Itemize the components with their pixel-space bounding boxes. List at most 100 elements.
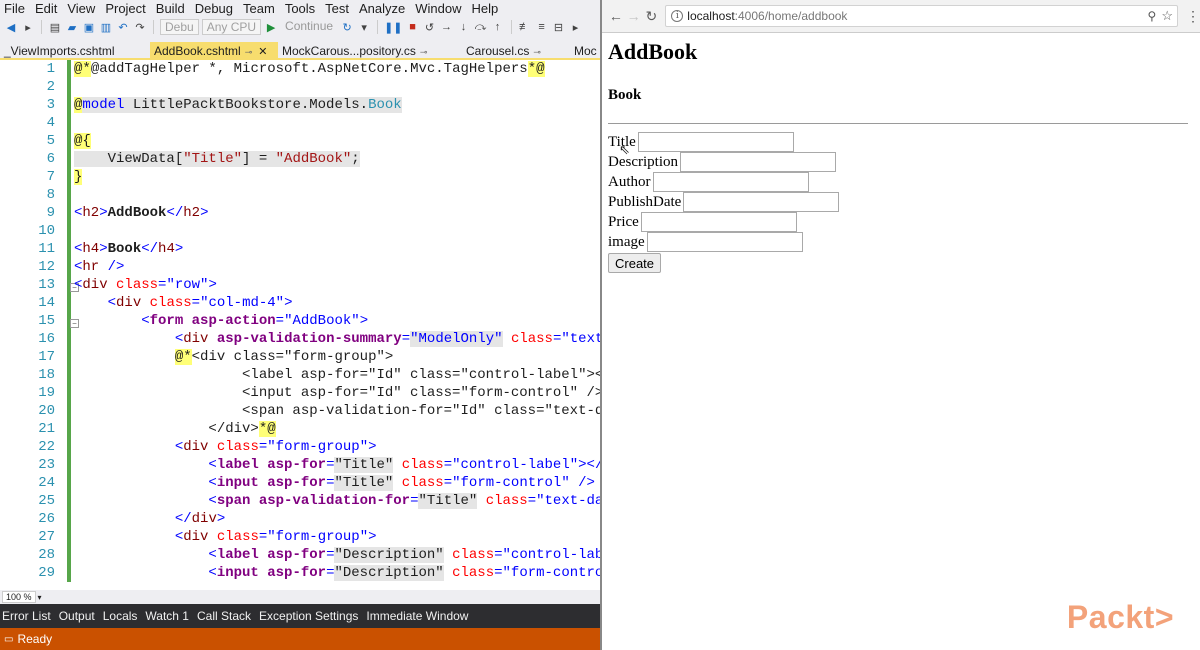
browser-link-icon[interactable]: ▾ [357, 19, 371, 35]
menu-help[interactable]: Help [472, 1, 499, 16]
zoom-icon[interactable]: ⚲ [1148, 9, 1157, 23]
form-row-image: image [608, 232, 1198, 252]
line-number: 10 [38, 223, 55, 239]
line-number: 11 [38, 241, 55, 257]
bookmark-icon[interactable]: ⊟ [552, 19, 566, 35]
menu-tools[interactable]: Tools [285, 1, 315, 16]
code-line: <input asp-for="Description" class="form… [208, 565, 600, 581]
refresh-icon[interactable]: ↻ [340, 19, 354, 35]
configuration-select[interactable]: Debu [160, 19, 199, 35]
tab-viewimports[interactable]: _ViewImports.cshtml [0, 42, 150, 60]
comment-icon[interactable]: ≢ [518, 19, 532, 35]
forward-icon[interactable]: ▸ [21, 19, 35, 35]
new-project-icon[interactable]: ▤ [48, 19, 62, 35]
tab-label: _ViewImports.cshtml [4, 44, 115, 58]
packt-logo: Packt> [1066, 599, 1174, 635]
address-bar[interactable]: i localhost:4006/home/addbook ⚲ ☆ [665, 5, 1178, 27]
back-icon[interactable]: ◀ [4, 19, 18, 35]
menu-file[interactable]: File [4, 1, 25, 16]
create-button[interactable]: Create [608, 253, 662, 273]
code-line: } [74, 169, 83, 185]
pause-icon[interactable]: ❚❚ [384, 19, 402, 35]
bookmark-star-icon[interactable]: ☆ [1161, 8, 1173, 24]
line-number: 23 [38, 457, 55, 473]
tab-call-stack[interactable]: Call Stack [197, 609, 251, 623]
line-number: 9 [46, 205, 55, 221]
image-input[interactable] [646, 232, 803, 252]
price-input[interactable] [640, 212, 797, 232]
code-line: @{ [74, 133, 91, 149]
code-line: @*@addTagHelper *, Microsoft.AspNetCore.… [74, 61, 545, 77]
tab-addbook[interactable]: AddBook.cshtml ⊸ ✕ [150, 42, 278, 60]
menu-view[interactable]: View [67, 1, 95, 16]
tab-exception-settings[interactable]: Exception Settings [259, 609, 358, 623]
pin-icon[interactable]: ⊸ [420, 47, 428, 57]
menu-build[interactable]: Build [156, 1, 185, 16]
tab-mock[interactable]: Moc [570, 42, 600, 60]
reload-icon[interactable]: ↻ [644, 8, 660, 25]
publishdate-input[interactable] [683, 192, 840, 212]
toolbar-separator [41, 20, 42, 34]
format-icon[interactable]: ≡ [535, 19, 549, 35]
menu-window[interactable]: Window [415, 1, 461, 16]
code-editor[interactable]: 1 2 3 4 5 6 7 8 9 10 11 12 13 14 15 16 1… [0, 60, 600, 590]
menu-debug[interactable]: Debug [195, 1, 233, 16]
line-number: 21 [38, 421, 55, 437]
redo-icon[interactable]: ↷ [133, 19, 147, 35]
menu-team[interactable]: Team [243, 1, 275, 16]
author-input[interactable] [652, 172, 809, 192]
browser-menu-icon[interactable]: ⋮ [1186, 8, 1200, 25]
tab-output[interactable]: Output [59, 609, 95, 623]
continue-button[interactable]: Continue [281, 19, 337, 35]
code-line: @*<div class="form-group"> [174, 349, 394, 365]
pin-icon[interactable]: ⊸ [533, 47, 541, 57]
tab-mockcarousel-repository[interactable]: MockCarous...pository.cs ⊸ [278, 42, 460, 60]
line-number: 28 [38, 547, 55, 563]
restart-icon[interactable]: ↺ [423, 19, 437, 35]
platform-select[interactable]: Any CPU [201, 19, 262, 35]
tab-error-list[interactable]: Error List [2, 609, 51, 623]
step-out-icon[interactable]: ↑ [491, 19, 505, 35]
pin-icon[interactable]: ⊸ [245, 47, 253, 57]
menu-test[interactable]: Test [325, 1, 349, 16]
url-host: localhost [687, 9, 735, 23]
tab-locals[interactable]: Locals [103, 609, 138, 623]
editor-status-strip: 100 % ▾ [0, 590, 600, 604]
save-icon[interactable]: ▣ [82, 19, 96, 35]
line-number: 1 [46, 61, 55, 77]
back-arrow-icon[interactable]: ← [608, 8, 624, 24]
menu-edit[interactable]: Edit [35, 1, 57, 16]
code-line: <label asp-for="Id" class="control-label… [74, 367, 600, 383]
code-line: <form asp-action="AddBook"> [141, 313, 369, 329]
tool-window-tabs: Error List Output Locals Watch 1 Call St… [0, 604, 600, 628]
step-over-icon[interactable]: ⤼ [474, 19, 488, 35]
step-icon[interactable]: → [440, 19, 454, 35]
open-folder-icon[interactable]: ▰ [65, 19, 79, 35]
line-number: 4 [46, 115, 55, 131]
play-icon[interactable]: ▶ [264, 19, 278, 35]
code-line: <span asp-validation-for="Title" class="… [208, 493, 600, 509]
tab-label: Moc [574, 44, 597, 58]
menu-project[interactable]: Project [105, 1, 145, 16]
line-number: 8 [46, 187, 55, 203]
site-info-icon[interactable]: i [671, 10, 684, 22]
chevron-down-icon[interactable]: ▾ [38, 593, 42, 602]
tab-immediate-window[interactable]: Immediate Window [366, 609, 468, 623]
title-input[interactable] [637, 132, 794, 152]
toolbar-overflow-icon[interactable]: ▸ [569, 19, 583, 35]
line-number: 26 [38, 511, 55, 527]
save-all-icon[interactable]: ▥ [99, 19, 113, 35]
code-content[interactable]: @*@addTagHelper *, Microsoft.AspNetCore.… [74, 60, 600, 590]
menu-analyze[interactable]: Analyze [359, 1, 405, 16]
stop-icon[interactable]: ■ [406, 19, 420, 35]
description-input[interactable] [679, 152, 836, 172]
step-into-icon[interactable]: ↓ [457, 19, 471, 35]
forward-arrow-icon[interactable]: → [626, 8, 642, 24]
undo-icon[interactable]: ↶ [116, 19, 130, 35]
tab-carousel[interactable]: Carousel.cs ⊸ [460, 42, 570, 60]
page-content: AddBook Book Title Description Author Pu… [608, 36, 1198, 273]
zoom-level-select[interactable]: 100 % [2, 591, 36, 603]
tab-watch-1[interactable]: Watch 1 [145, 609, 189, 623]
close-icon[interactable]: ✕ [258, 46, 267, 58]
line-number: 3 [46, 97, 55, 113]
